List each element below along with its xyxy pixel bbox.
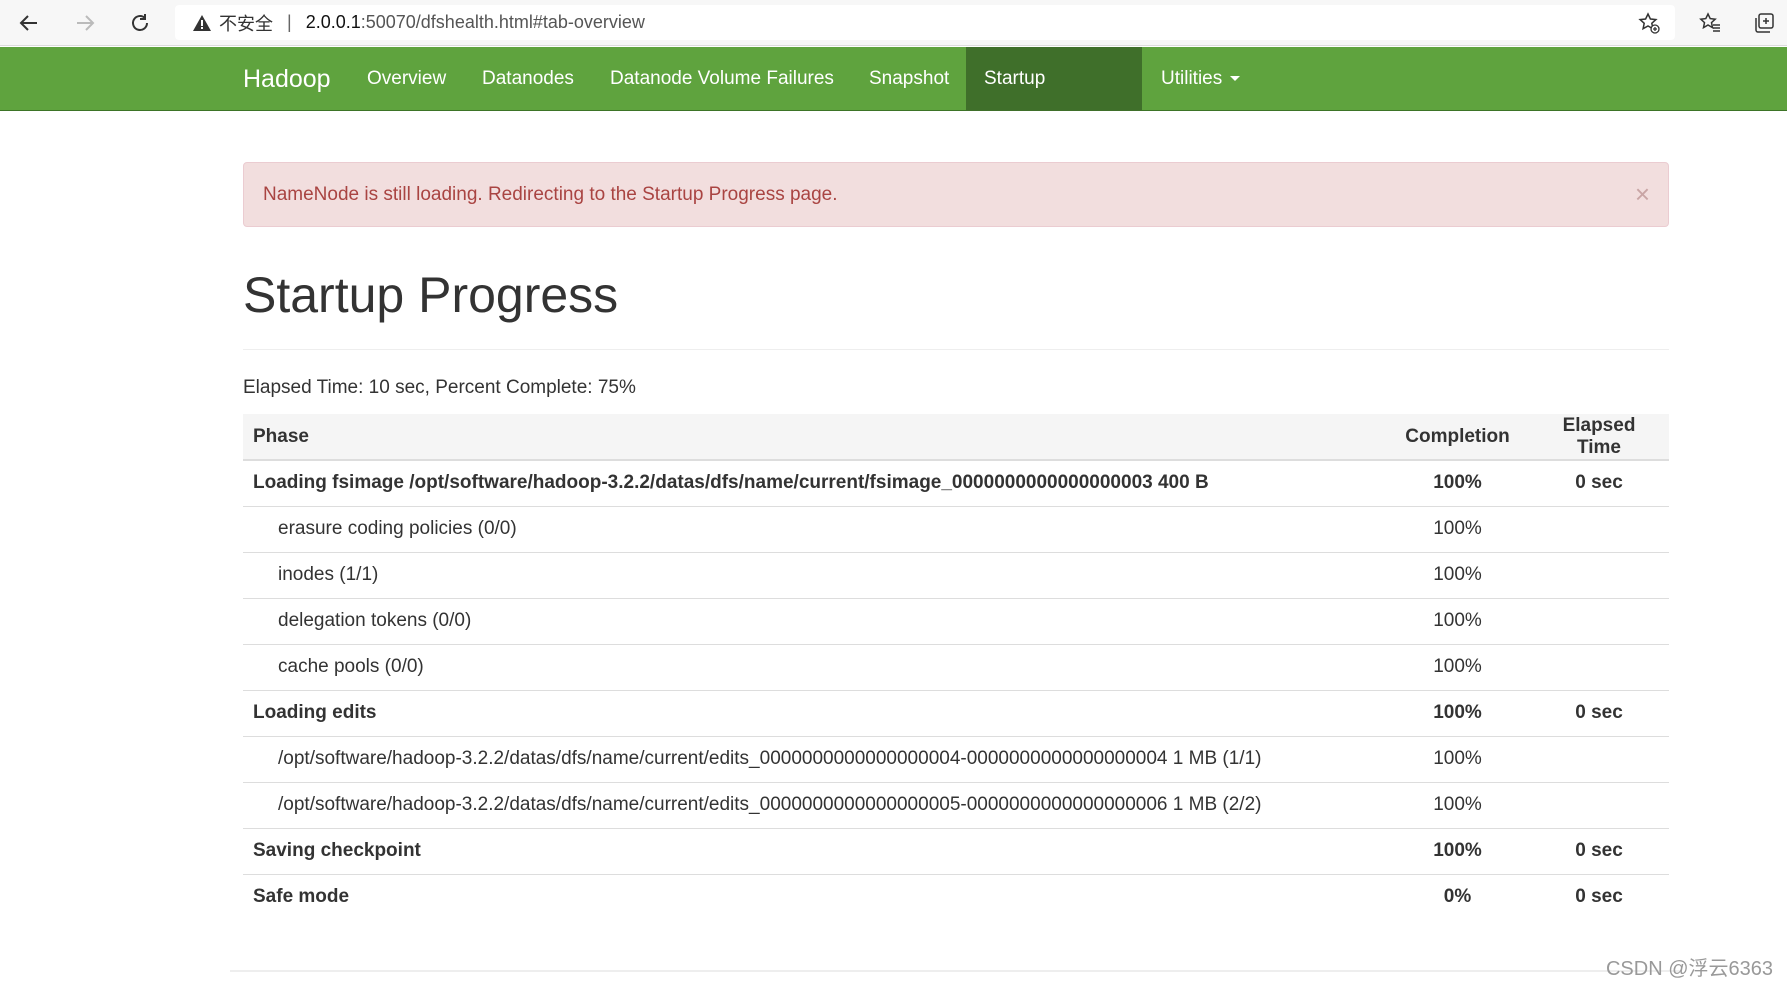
- step-elapsed: [1529, 505, 1669, 552]
- table-row: cache pools (0/0) 100%: [243, 643, 1669, 690]
- alert-message: NameNode is still loading. Redirecting t…: [263, 184, 838, 205]
- top-navbar: Hadoop Overview Datanodes Datanode Volum…: [0, 47, 1787, 153]
- phase-name: Loading edits: [243, 689, 1386, 736]
- step-name: erasure coding policies (0/0): [243, 505, 1386, 552]
- insecure-label: 不安全: [219, 13, 273, 34]
- forward-arrow-icon: [77, 15, 95, 31]
- nav-overview[interactable]: Overview: [349, 47, 464, 111]
- startup-progress-table: Phase Completion Elapsed Time Loading fs…: [243, 414, 1669, 920]
- progress-summary: Elapsed Time: 10 sec, Percent Complete: …: [243, 377, 636, 398]
- nav-utilities-label: Utilities: [1161, 68, 1223, 89]
- step-elapsed: [1529, 735, 1669, 782]
- footer-divider: [230, 970, 1680, 972]
- header-phase: Phase: [243, 414, 1386, 461]
- phase-completion: 100%: [1386, 827, 1529, 874]
- table-row: /opt/software/hadoop-3.2.2/datas/dfs/nam…: [243, 735, 1669, 782]
- nav-utilities-dropdown[interactable]: Utilities: [1143, 47, 1258, 111]
- step-elapsed: [1529, 597, 1669, 644]
- page-title: Startup Progress: [243, 267, 619, 323]
- caret-down-icon: [1230, 76, 1241, 82]
- url-host: 2.0.0.1: [305, 12, 361, 32]
- close-icon[interactable]: ×: [1635, 163, 1650, 226]
- browser-toolbar: 不安全 | 2.0.0.1:50070/dfshealth.html#tab-o…: [0, 0, 1787, 46]
- table-row: /opt/software/hadoop-3.2.2/datas/dfs/nam…: [243, 781, 1669, 828]
- table-row: delegation tokens (0/0) 100%: [243, 597, 1669, 644]
- nav-datanodes[interactable]: Datanodes: [464, 47, 592, 111]
- phase-completion: 0%: [1386, 873, 1529, 920]
- step-completion: 100%: [1386, 643, 1529, 690]
- table-row: Loading edits 100% 0 sec: [243, 689, 1669, 736]
- forward-button[interactable]: [68, 6, 102, 40]
- table-header-row: Phase Completion Elapsed Time: [243, 414, 1669, 461]
- watermark: CSDN @浮云6363: [1605, 958, 1773, 980]
- phase-name: Saving checkpoint: [243, 827, 1386, 874]
- url-path: :50070/dfshealth.html#tab-overview: [360, 12, 645, 32]
- phase-elapsed: 0 sec: [1529, 689, 1669, 736]
- step-name: /opt/software/hadoop-3.2.2/datas/dfs/nam…: [243, 735, 1386, 782]
- table-row: Safe mode 0% 0 sec: [243, 873, 1669, 920]
- favorites-button[interactable]: [1693, 6, 1727, 40]
- step-completion: 100%: [1386, 551, 1529, 598]
- add-favorite-button[interactable]: [1632, 6, 1666, 40]
- loading-alert: NameNode is still loading. Redirecting t…: [243, 162, 1669, 227]
- phase-elapsed: 0 sec: [1529, 827, 1669, 874]
- table-row: inodes (1/1) 100%: [243, 551, 1669, 598]
- step-elapsed: [1529, 643, 1669, 690]
- phase-elapsed: 0 sec: [1529, 459, 1669, 506]
- table-row: erasure coding policies (0/0) 100%: [243, 505, 1669, 552]
- phase-completion: 100%: [1386, 459, 1529, 506]
- phase-name: Safe mode: [243, 873, 1386, 920]
- header-elapsed-time: Elapsed Time: [1529, 414, 1669, 461]
- step-completion: 100%: [1386, 505, 1529, 552]
- phase-elapsed: 0 sec: [1529, 873, 1669, 920]
- step-completion: 100%: [1386, 735, 1529, 782]
- reload-button[interactable]: [123, 6, 157, 40]
- reload-icon: [132, 14, 148, 31]
- step-elapsed: [1529, 781, 1669, 828]
- header-completion: Completion: [1386, 414, 1529, 461]
- nav-startup-progress[interactable]: Startup Progress: [966, 47, 1142, 153]
- brand-logo[interactable]: Hadoop: [243, 47, 331, 111]
- collections-button[interactable]: [1747, 6, 1781, 40]
- step-name: delegation tokens (0/0): [243, 597, 1386, 644]
- address-separator: |: [287, 12, 292, 32]
- step-completion: 100%: [1386, 597, 1529, 644]
- back-arrow-icon: [19, 15, 37, 31]
- step-elapsed: [1529, 551, 1669, 598]
- title-divider: [243, 349, 1669, 350]
- collections-icon: [1755, 13, 1774, 33]
- back-button[interactable]: [12, 6, 46, 40]
- phase-completion: 100%: [1386, 689, 1529, 736]
- table-row: Saving checkpoint 100% 0 sec: [243, 827, 1669, 874]
- nav-snapshot[interactable]: Snapshot: [851, 47, 967, 111]
- phase-name: Loading fsimage /opt/software/hadoop-3.2…: [243, 459, 1386, 506]
- step-completion: 100%: [1386, 781, 1529, 828]
- table-row: Loading fsimage /opt/software/hadoop-3.2…: [243, 459, 1669, 506]
- favorites-icon: [1699, 12, 1720, 32]
- step-name: inodes (1/1): [243, 551, 1386, 598]
- step-name: cache pools (0/0): [243, 643, 1386, 690]
- step-name: /opt/software/hadoop-3.2.2/datas/dfs/nam…: [243, 781, 1386, 828]
- warning-icon: [191, 12, 213, 34]
- star-add-icon: [1638, 12, 1660, 34]
- address-bar[interactable]: 不安全 | 2.0.0.1:50070/dfshealth.html#tab-o…: [175, 5, 1675, 40]
- nav-datanode-volume-failures[interactable]: Datanode Volume Failures: [592, 47, 852, 111]
